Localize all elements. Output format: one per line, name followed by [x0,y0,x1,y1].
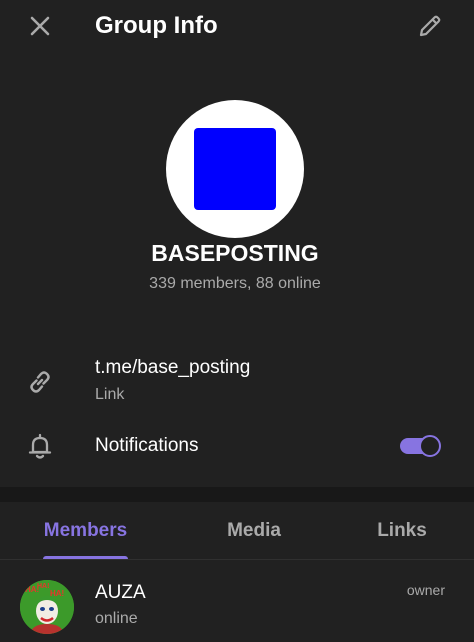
edit-button[interactable] [412,8,448,44]
group-info-panel: Group Info BASEPOSTING 339 members, 88 o… [0,0,474,642]
section-divider [0,487,474,502]
member-avatar-text: HA! [50,589,64,598]
tab-links[interactable]: Links [370,502,434,559]
member-row[interactable]: HA! HA! HA! AUZA online owner [0,570,474,642]
active-tab-indicator [43,556,128,559]
toggle-knob [419,435,441,457]
bell-icon [24,430,56,462]
link-row[interactable]: t.me/base_posting Link [0,352,474,412]
header: Group Info [0,0,474,52]
close-button[interactable] [22,8,58,44]
group-link[interactable]: t.me/base_posting [95,355,250,381]
group-avatar[interactable] [166,100,304,238]
member-avatar: HA! HA! HA! [20,580,74,634]
tab-bar: Members Media Links [0,502,474,560]
group-member-count: 339 members, 88 online [149,275,321,292]
member-name: AUZA [95,582,146,603]
notifications-toggle[interactable] [399,432,443,460]
tab-media[interactable]: Media [214,502,294,559]
member-role-badge: owner [406,582,445,598]
group-name: BASEPOSTING [151,240,319,266]
page-title: Group Info [95,12,218,39]
member-avatar-text: HA! [37,583,49,590]
group-link-label: Link [95,386,125,403]
pencil-icon [419,15,441,37]
close-icon [30,16,50,36]
tab-members[interactable]: Members [43,502,128,559]
notifications-label: Notifications [95,435,199,456]
link-icon [24,366,56,398]
group-avatar-image [194,128,276,210]
member-status: online [95,610,138,627]
